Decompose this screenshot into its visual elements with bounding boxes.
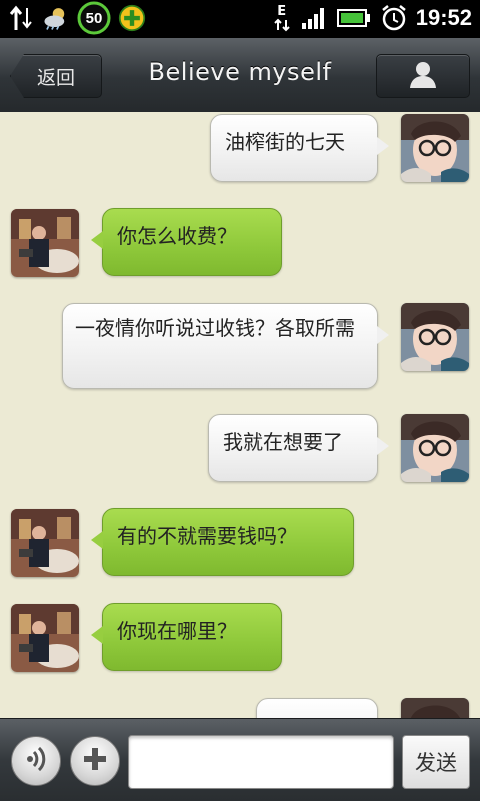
signal-strength-icon — [300, 4, 328, 32]
message-bubble-other[interactable]: 你现在哪里？ — [91, 603, 282, 671]
battery-saver-icon: 50 — [76, 1, 112, 35]
profile-button[interactable] — [376, 54, 470, 98]
person-icon — [408, 59, 438, 93]
status-time: 19:52 — [415, 5, 472, 30]
chat-area: 油榨街的七天 你怎么收费？ 一夜情你听说过收钱？各取所需 我就在想要了 有的不就… — [0, 112, 480, 718]
message-bubble-other[interactable]: 你怎么收费？ — [91, 208, 282, 276]
message-bubble-me[interactable] — [256, 698, 378, 718]
message-text: 你现在哪里？ — [117, 619, 237, 643]
message-text: 你怎么收费？ — [117, 224, 237, 248]
message-bubble-me[interactable]: 一夜情你听说过收钱？各取所需 — [62, 303, 389, 389]
avatar-other[interactable] — [11, 209, 79, 277]
avatar-other[interactable] — [11, 604, 79, 672]
avatar-me[interactable] — [401, 414, 469, 482]
back-button[interactable]: 返回 — [10, 54, 102, 98]
weather-icon — [42, 4, 70, 32]
network-e-icon: E — [272, 4, 292, 32]
message-text: 有的不就需要钱吗？ — [117, 524, 297, 548]
data-transfer-icon — [8, 4, 36, 32]
security-plus-icon — [118, 4, 146, 32]
message-input[interactable] — [128, 735, 394, 789]
avatar-me[interactable] — [401, 698, 469, 718]
message-bubble-me[interactable]: 我就在想要了 — [208, 414, 389, 482]
message-text: 我就在想要了 — [223, 430, 343, 454]
avatar-me[interactable] — [401, 114, 469, 182]
status-bar: 50 E 19:52 — [0, 0, 480, 38]
avatar-other[interactable] — [11, 509, 79, 577]
page-title: Believe myself — [148, 58, 332, 86]
message-text: 一夜情你听说过收钱？各取所需 — [75, 316, 355, 340]
battery-level-badge: 50 — [85, 9, 103, 27]
title-bar: 返回 Believe myself — [0, 38, 480, 113]
send-button[interactable]: 发送 — [402, 735, 470, 789]
battery-icon — [336, 4, 372, 32]
message-bubble-me[interactable]: 油榨街的七天 — [210, 114, 389, 182]
alarm-clock-icon — [380, 4, 408, 32]
voice-button[interactable] — [11, 736, 61, 786]
avatar-me[interactable] — [401, 303, 469, 371]
plus-icon — [80, 744, 110, 778]
message-text: 油榨街的七天 — [225, 130, 345, 154]
message-bubble-other[interactable]: 有的不就需要钱吗？ — [91, 508, 354, 576]
input-bar: 发送 — [0, 718, 480, 801]
voice-icon — [21, 744, 51, 778]
plus-button[interactable] — [70, 736, 120, 786]
